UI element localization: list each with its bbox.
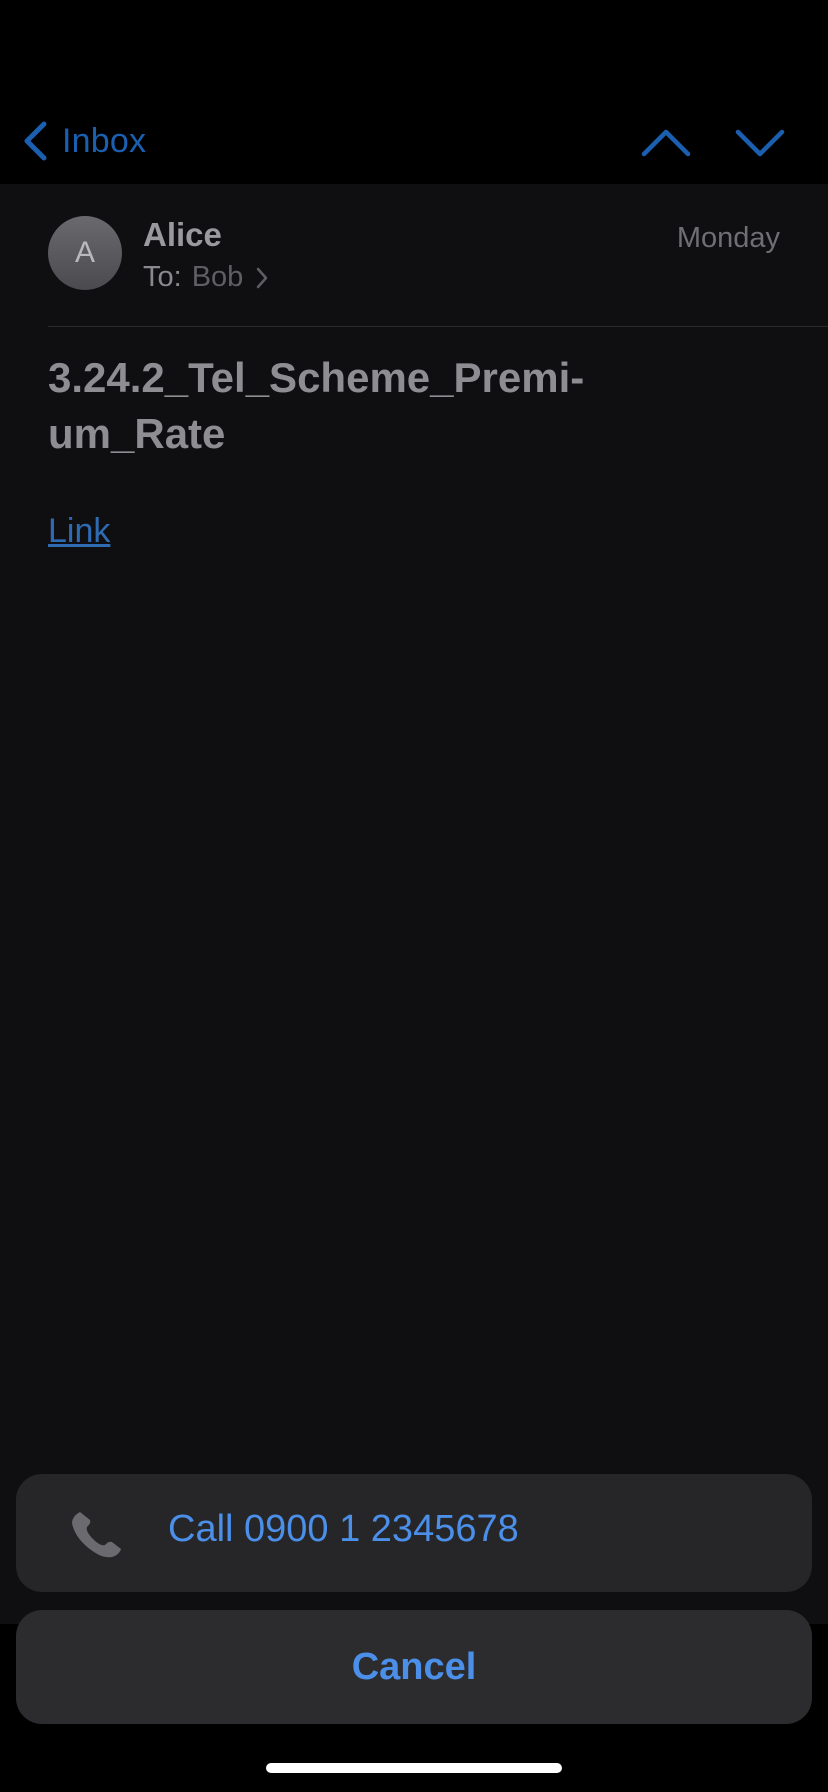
chevron-right-icon [257, 267, 268, 288]
call-number-label: Call 0900 1 2345678 [168, 1508, 519, 1550]
header-divider [48, 326, 828, 327]
avatar[interactable]: A [48, 216, 122, 290]
call-phone-action[interactable]: Call 0900 1 2345678 [16, 1474, 812, 1592]
previous-message-button[interactable] [640, 122, 692, 162]
message-subject: 3.24.2_Tel_Scheme_Premi- um_Rate [48, 350, 748, 462]
chevron-down-icon [735, 129, 785, 157]
avatar-initial: A [74, 236, 95, 269]
chevron-up-icon [641, 129, 691, 157]
message-link[interactable]: Link [48, 512, 110, 551]
navigation-bar: Inbox [0, 0, 828, 184]
home-indicator[interactable] [266, 1763, 562, 1773]
back-label: Inbox [62, 121, 147, 160]
subject-line-2: um_Rate [48, 410, 226, 457]
cancel-label: Cancel [351, 1645, 477, 1688]
message-date: Monday [676, 222, 780, 254]
recipient-name: Bob [191, 261, 244, 293]
sender-name[interactable]: Alice [143, 216, 222, 254]
subject-line-1: 3.24.2_Tel_Scheme_Premi- [48, 354, 585, 401]
to-label: To: [143, 261, 182, 293]
phone-icon [72, 1512, 121, 1558]
cancel-button[interactable]: Cancel [16, 1610, 812, 1724]
chevron-left-icon [24, 121, 47, 161]
message-view: A Alice Monday To: Bob 3.24.2_Tel_Scheme… [0, 184, 828, 1624]
recipient-row[interactable]: To: Bob [143, 261, 269, 294]
back-to-inbox-button[interactable]: Inbox [22, 118, 146, 164]
next-message-button[interactable] [734, 122, 786, 162]
